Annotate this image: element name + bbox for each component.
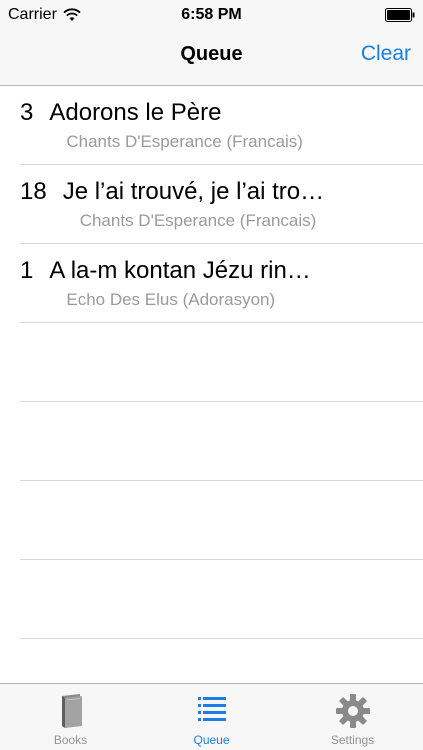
navigation-bar: Queue Clear <box>0 30 423 86</box>
queue-item-line: 3 Adorons le Père <box>20 99 221 127</box>
tab-settings-label: Settings <box>330 733 375 747</box>
list-icon <box>197 697 226 721</box>
gear-icon <box>335 694 370 728</box>
song-title: Je l’ai trouvé, je l’ai tro… <box>62 178 325 205</box>
status-time: 6:58 PM <box>181 6 242 23</box>
song-book: Chants D'Esperance (Francais) <box>66 132 303 151</box>
tab-queue-label: Queue <box>193 733 230 747</box>
queue-item[interactable]: 1 A la-m kontan Jézu rin… Echo Des Elus … <box>20 244 423 323</box>
tab-queue[interactable]: Queue <box>141 684 282 750</box>
song-number: 3 <box>20 99 34 126</box>
song-book: Echo Des Elus (Adorasyon) <box>66 290 276 309</box>
clear-button[interactable]: Clear <box>361 42 411 66</box>
battery-icon <box>385 8 415 22</box>
empty-row <box>20 402 423 481</box>
queue-item-line: 1 A la-m kontan Jézu rin… <box>20 257 311 285</box>
tab-books-label: Books <box>53 733 88 747</box>
book-icon <box>61 694 82 728</box>
screen: Carrier 6:58 PM Queue Clear 3 Adorons le… <box>0 0 423 750</box>
tab-bar: Books Queue Settings <box>0 683 423 750</box>
page-title: Queue <box>180 43 243 65</box>
song-number: 18 <box>20 178 47 205</box>
queue-item-line: 18 Je l’ai trouvé, je l’ai tro… <box>20 178 324 206</box>
tab-books[interactable]: Books <box>0 684 141 750</box>
song-book: Chants D'Esperance (Francais) <box>79 211 317 230</box>
queue-list: 3 Adorons le Père Chants D'Esperance (Fr… <box>0 86 423 639</box>
song-title: A la-m kontan Jézu rin… <box>49 257 311 284</box>
empty-row <box>20 323 423 402</box>
tab-settings[interactable]: Settings <box>282 684 423 750</box>
empty-row <box>20 481 423 560</box>
queue-item[interactable]: 18 Je l’ai trouvé, je l’ai tro… Chants D… <box>20 165 423 244</box>
empty-row <box>20 560 423 639</box>
song-title: Adorons le Père <box>49 99 222 126</box>
status-bar: Carrier 6:58 PM <box>0 0 423 30</box>
queue-item[interactable]: 3 Adorons le Père Chants D'Esperance (Fr… <box>20 86 423 165</box>
song-number: 1 <box>20 257 34 284</box>
